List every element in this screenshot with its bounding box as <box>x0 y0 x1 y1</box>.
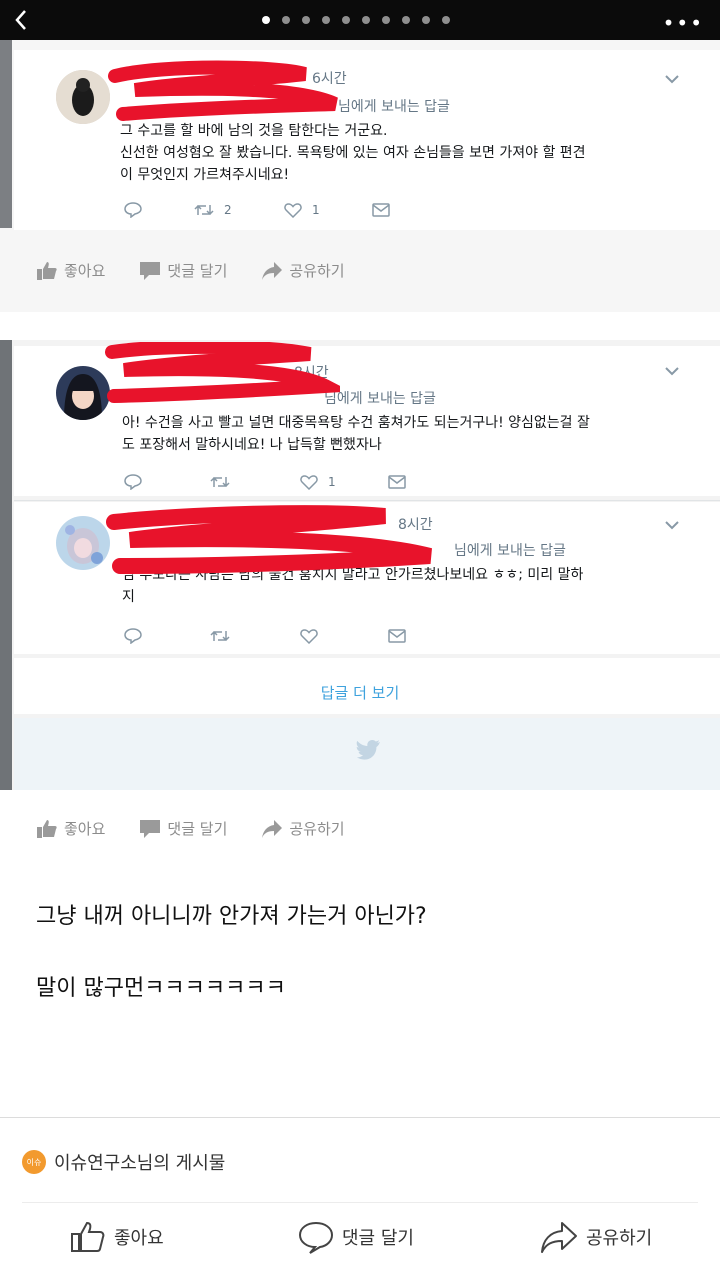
like-button[interactable]: 좋아요 <box>36 260 105 281</box>
page-dot[interactable] <box>382 16 390 24</box>
comment-button[interactable]: 댓글 달기 <box>139 818 227 839</box>
left-strip <box>0 40 12 228</box>
avatar[interactable] <box>56 70 110 124</box>
message-icon[interactable] <box>388 629 406 643</box>
tweet-actions: 2 1 <box>124 202 390 218</box>
share-label: 공유하기 <box>586 1228 653 1249</box>
twitter-bird-icon <box>356 740 380 760</box>
page-dot[interactable] <box>302 16 310 24</box>
chevron-down-icon[interactable] <box>664 74 680 84</box>
reply-icon[interactable] <box>124 202 194 218</box>
comment-label: 댓글 달기 <box>342 1228 414 1249</box>
share-button[interactable]: 공유하기 <box>261 818 345 839</box>
tweet-text-line: 아! 수건을 사고 빨고 널면 대중목욕탕 수건 훔쳐가도 되는거구나! 양심없… <box>122 415 590 431</box>
retweet-icon[interactable] <box>210 629 300 643</box>
like-icon[interactable]: 1 <box>300 474 388 490</box>
author-logo-icon: 이슈 <box>22 1150 46 1174</box>
chevron-down-icon[interactable] <box>664 366 680 376</box>
tweet-text-line: 도 포장해서 말하시네요! 나 납득할 뻔했자나 <box>122 437 382 453</box>
page-dot[interactable] <box>402 16 410 24</box>
retweet-count: 2 <box>224 203 232 217</box>
reply-to-label: 님에게 보내는 답글 <box>338 99 450 115</box>
fb-action-bar: 좋아요 댓글 달기 공유하기 <box>36 260 379 281</box>
redaction-scribble <box>105 342 340 403</box>
tweet-text-line: 신선한 여성혐오 잘 봤습니다. 목욕탕에 있는 여자 손님들을 보면 가져야 … <box>120 145 586 161</box>
tweet-actions <box>124 628 406 644</box>
comment-icon <box>298 1221 334 1254</box>
page-dot[interactable] <box>342 16 350 24</box>
divider <box>0 1117 720 1118</box>
top-bar: ••• <box>0 0 720 40</box>
tweet-text: 아! 수건을 사고 빨고 널면 대중목욕탕 수건 훔쳐가도 되는거구나! 양심없… <box>122 412 692 456</box>
page-dot[interactable] <box>422 16 430 24</box>
tweet-text-line: 지 <box>122 589 135 605</box>
tweet-actions: 1 <box>124 474 406 490</box>
more-replies-link[interactable]: 답글 더 보기 <box>0 682 720 703</box>
comment-button[interactable]: 댓글 달기 <box>298 1220 414 1254</box>
share-label: 공유하기 <box>289 262 345 280</box>
page-dot[interactable] <box>442 16 450 24</box>
like-label: 좋아요 <box>64 820 106 838</box>
post-body-line: 그냥 내꺼 아니니까 안가져 가는거 아닌가? <box>36 904 427 929</box>
retweet-icon[interactable] <box>210 475 300 489</box>
redaction-scribble <box>106 505 432 574</box>
page-dot[interactable] <box>362 16 370 24</box>
page-dot[interactable] <box>282 16 290 24</box>
reply-icon[interactable] <box>124 628 210 644</box>
comment-icon <box>140 819 161 838</box>
like-count: 1 <box>312 203 320 217</box>
share-icon <box>262 819 283 838</box>
like-count: 1 <box>328 475 336 489</box>
ellipsis-icon[interactable]: ••• <box>663 11 704 35</box>
message-icon[interactable] <box>372 203 390 217</box>
chevron-down-icon[interactable] <box>664 520 680 530</box>
fb-action-bar: 좋아요 댓글 달기 공유하기 <box>36 818 379 839</box>
like-icon[interactable] <box>300 628 388 644</box>
redaction-scribble <box>108 60 338 121</box>
chevron-left-icon[interactable] <box>8 6 36 34</box>
share-label: 공유하기 <box>289 820 345 838</box>
thumbs-up-icon <box>37 819 57 838</box>
message-icon[interactable] <box>388 475 406 489</box>
twitter-footer <box>14 718 720 790</box>
reply-to-label: 님에게 보내는 답글 <box>454 543 566 559</box>
thumbs-up-icon <box>71 1221 105 1252</box>
left-strip <box>0 340 12 790</box>
screenshot-image-1: 6시간 님에게 보내는 답글 그 수고를 할 바에 남의 것을 탐한다는 거군요… <box>0 40 720 312</box>
bottom-action-bar: 좋아요 댓글 달기 공유하기 <box>0 1220 720 1264</box>
screenshot-image-2: 8시간 님에게 보내는 답글 아! 수건을 사고 빨고 널면 대중목욕탕 수건 … <box>0 340 720 790</box>
share-icon <box>541 1222 577 1253</box>
tweet-text-line: 이 무엇인지 가르쳐주시네요! <box>120 167 290 183</box>
page-indicator <box>262 16 450 24</box>
share-button[interactable]: 공유하기 <box>540 1220 652 1254</box>
comment-label: 댓글 달기 <box>167 820 228 838</box>
comment-button[interactable]: 댓글 달기 <box>139 260 227 281</box>
share-icon <box>262 261 283 280</box>
author-name: 이슈연구소님의 게시물 <box>54 1153 226 1174</box>
like-button[interactable]: 좋아요 <box>36 818 105 839</box>
divider <box>14 500 720 501</box>
like-label: 좋아요 <box>114 1228 164 1249</box>
page-dot[interactable] <box>262 16 270 24</box>
page-dot[interactable] <box>322 16 330 24</box>
like-label: 좋아요 <box>64 262 106 280</box>
share-button[interactable]: 공유하기 <box>261 260 345 281</box>
comment-icon <box>140 261 161 280</box>
post-body-line: 말이 많구먼ㅋㅋㅋㅋㅋㅋㅋ <box>36 976 286 1001</box>
reply-to-label: 님에게 보내는 답글 <box>324 391 436 407</box>
like-icon[interactable]: 1 <box>284 202 372 218</box>
comment-label: 댓글 달기 <box>167 262 228 280</box>
post-author[interactable]: 이슈 이슈연구소님의 게시물 <box>22 1149 225 1175</box>
reply-icon[interactable] <box>124 474 210 490</box>
like-button[interactable]: 좋아요 <box>70 1220 164 1254</box>
divider <box>22 1202 698 1203</box>
thumbs-up-icon <box>37 261 57 280</box>
retweet-icon[interactable]: 2 <box>194 203 284 217</box>
